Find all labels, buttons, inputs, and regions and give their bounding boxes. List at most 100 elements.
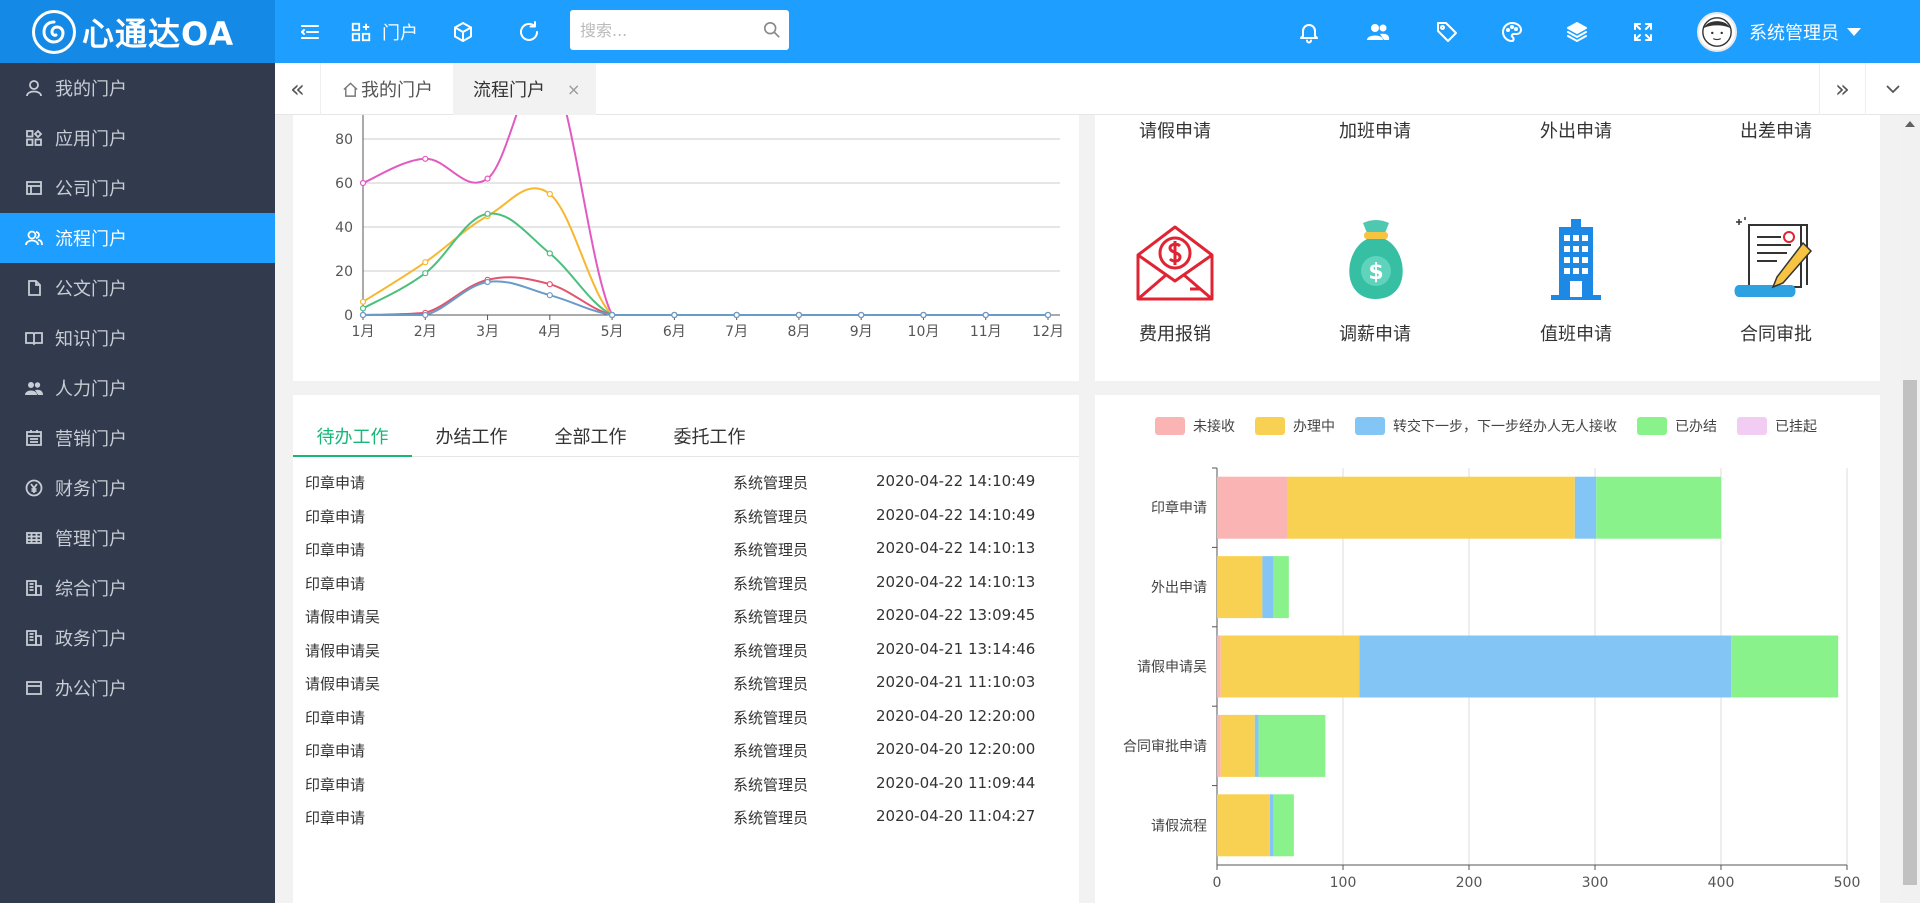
fullscreen-button[interactable] (1628, 0, 1658, 63)
table-row[interactable]: 请假申请吴 系统管理员 2020-04-21 11:10:03 (293, 665, 1079, 698)
sidebar-item-my-portal[interactable]: 我的门户 (0, 63, 275, 113)
sidebar-item-marketing-portal[interactable]: 营销门户 (0, 413, 275, 463)
app-duty-label[interactable]: 值班申请 (1496, 320, 1656, 346)
sidebar-item-label: 公文门户 (55, 279, 127, 300)
series-line (362, 212, 1048, 316)
table-row[interactable]: 印章申请 系统管理员 2020-04-20 12:20:00 (293, 732, 1079, 765)
table-row[interactable]: 印章申请 系统管理员 2020-04-20 11:09:44 (293, 766, 1079, 799)
sidebar-item-knowledge-portal[interactable]: 知识门户 (0, 313, 275, 363)
sidebar-item-finance-portal[interactable]: 财务门户 (0, 463, 275, 513)
cube-button[interactable] (448, 0, 478, 63)
sidebar-item-management-portal[interactable]: 管理门户 (0, 513, 275, 563)
tab-my-portal[interactable]: 我的门户 (322, 63, 447, 115)
data-point (608, 311, 616, 319)
sidebar-item-hr-portal[interactable]: 人力门户 (0, 363, 275, 413)
bar-segment (1217, 794, 1270, 857)
sidebar-item-app-portal[interactable]: 应用门户 (0, 113, 275, 163)
work-user: 系统管理员 (733, 641, 809, 660)
notification-button[interactable] (1294, 0, 1324, 63)
legend-label: 已挂起 (1775, 419, 1817, 435)
building-icon[interactable] (1531, 215, 1621, 305)
stacked-bar-chart: 未接收 办理中 转交下一步，下一步经办人无人接收 已办结 已挂起 0 100 200 300 40… (1123, 417, 1861, 891)
data-point (671, 311, 678, 319)
bell-icon (1300, 23, 1318, 43)
app-business-trip-request[interactable]: 出差申请 (1696, 117, 1856, 143)
contract-pen-icon[interactable] (1731, 215, 1821, 305)
app-contract-label[interactable]: 合同审批 (1696, 320, 1856, 346)
scrollbar-thumb[interactable] (1903, 380, 1917, 885)
tag-button[interactable] (1432, 0, 1462, 63)
x-tick-label: 500 (1834, 875, 1861, 891)
layers-button[interactable] (1562, 0, 1592, 63)
process-status-chart: 未接收 办理中 转交下一步，下一步经办人无人接收 已办结 已挂起 0 100 200 300 40… (1095, 395, 1880, 903)
table-row[interactable]: 印章申请 系统管理员 2020-04-22 14:10:49 (293, 464, 1079, 497)
tab-scroll-left-button[interactable]: « (275, 63, 321, 115)
tab-pending-work[interactable]: 待办工作 (293, 423, 412, 457)
work-time: 2020-04-20 11:04:27 (876, 807, 1036, 825)
sidebar-item-company-portal[interactable]: 公司门户 (0, 163, 275, 213)
table-row[interactable]: 印章申请 系统管理员 2020-04-20 11:04:27 (293, 799, 1079, 832)
table-row[interactable]: 请假申请吴 系统管理员 2020-04-21 13:14:46 (293, 632, 1079, 665)
bar-segment (1220, 635, 1360, 698)
users-icon (25, 229, 43, 247)
sidebar-item-office-portal[interactable]: 办公门户 (0, 663, 275, 713)
tag-icon (1437, 21, 1457, 42)
theme-button[interactable] (1497, 0, 1527, 63)
double-chevron-right-icon: » (1835, 75, 1850, 103)
scroll-up-arrow-icon[interactable] (1905, 121, 1915, 127)
work-title: 请假申请吴 (305, 675, 381, 693)
table-row[interactable]: 印章申请 系统管理员 2020-04-20 12:20:00 (293, 699, 1079, 732)
app-overtime-request[interactable]: 加班申请 (1295, 117, 1455, 143)
menu-toggle-button[interactable] (295, 0, 325, 63)
grid-icon (25, 529, 43, 547)
sidebar-item-general-portal[interactable]: 综合门户 (0, 563, 275, 613)
user-menu[interactable]: 系统管理员 (1697, 0, 1861, 63)
tab-all-work[interactable]: 全部工作 (531, 423, 650, 457)
search-box (570, 10, 789, 50)
sidebar-item-label: 管理门户 (55, 529, 127, 550)
search-input[interactable] (570, 10, 789, 50)
close-icon[interactable]: × (567, 80, 580, 99)
table-row[interactable]: 印章申请 系统管理员 2020-04-22 14:10:49 (293, 498, 1079, 531)
data-point (982, 311, 989, 319)
svg-text:$: $ (1368, 260, 1383, 285)
app-salary-label[interactable]: 调薪申请 (1295, 320, 1455, 346)
vertical-scrollbar[interactable] (1900, 115, 1920, 903)
brand-name: 心通达OA (82, 14, 235, 53)
bar-segment (1596, 476, 1721, 539)
table-row[interactable]: 印章申请 系统管理员 2020-04-22 14:10:13 (293, 565, 1079, 598)
work-user: 系统管理员 (733, 708, 809, 727)
contacts-button[interactable] (1363, 0, 1393, 63)
sidebar-item-process-portal[interactable]: 流程门户 (0, 213, 275, 263)
bar-segment (1217, 476, 1288, 539)
x-tick-label: 10月 (908, 324, 940, 340)
data-point (733, 311, 740, 319)
home-icon (343, 81, 358, 97)
app-outing-request[interactable]: 外出申请 (1496, 117, 1656, 143)
money-bag-icon[interactable]: $ (1331, 215, 1421, 305)
sidebar-item-document-portal[interactable]: 公文门户 (0, 263, 275, 313)
work-title: 印章申请 (305, 474, 366, 492)
table-row[interactable]: 印章申请 系统管理员 2020-04-22 14:10:13 (293, 531, 1079, 564)
work-title: 印章申请 (305, 775, 366, 794)
search-icon[interactable] (763, 21, 781, 39)
tab-scroll-right-button[interactable]: » (1819, 63, 1865, 115)
app-expense-label[interactable]: 费用报销 (1095, 320, 1255, 346)
envelope-dollar-icon[interactable] (1130, 215, 1220, 305)
tab-bar: « 我的门户 流程门户 × » (275, 63, 1920, 115)
refresh-button[interactable] (514, 0, 544, 63)
tab-completed-work[interactable]: 办结工作 (412, 423, 531, 457)
sidebar-item-government-portal[interactable]: 政务门户 (0, 613, 275, 663)
tab-delegated-work[interactable]: 委托工作 (650, 423, 769, 457)
data-point (546, 250, 553, 257)
tab-menu-button[interactable] (1865, 63, 1920, 115)
portal-button[interactable]: 门户 (350, 0, 418, 63)
app-leave-request[interactable]: 请假申请 (1095, 117, 1255, 143)
data-point (795, 311, 803, 319)
brand-logo[interactable]: 心通达OA (0, 0, 275, 63)
sidebar-item-label: 财务门户 (55, 479, 127, 500)
data-point (484, 175, 491, 182)
table-row[interactable]: 请假申请吴 系统管理员 2020-04-22 13:09:45 (293, 598, 1079, 631)
x-tick-label: 7月 (725, 324, 748, 340)
tab-process-portal[interactable]: 流程门户 × (453, 63, 597, 115)
